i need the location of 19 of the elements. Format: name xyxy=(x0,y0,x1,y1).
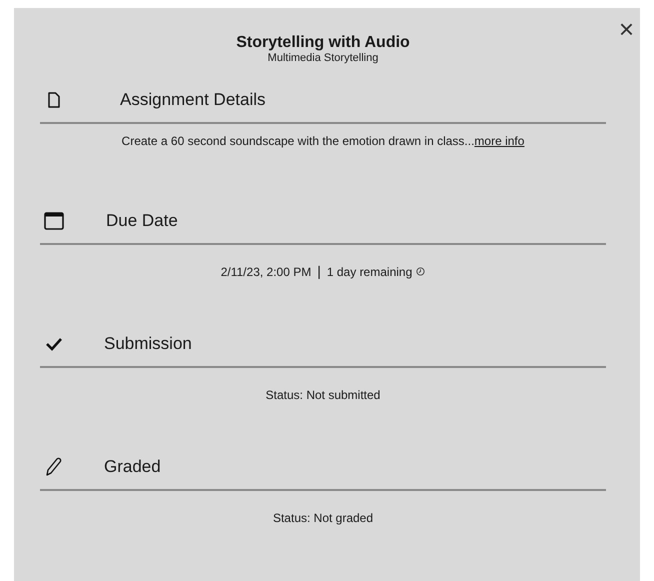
section-text: Create a 60 second soundscape with the emotion drawn in class...more info xyxy=(122,134,524,148)
more-info-link[interactable]: more info xyxy=(474,134,524,148)
clock-icon xyxy=(416,267,426,276)
check-icon xyxy=(45,337,63,351)
section-heading: Assignment Details xyxy=(120,90,266,110)
calendar-icon xyxy=(44,212,64,230)
section-text: Status: Not submitted xyxy=(266,388,380,402)
close-button[interactable]: × xyxy=(614,16,638,42)
section-text: Status: Not graded xyxy=(272,511,374,525)
separator: | xyxy=(317,265,321,277)
remaining-text: 1 day remaining xyxy=(326,265,412,279)
section-heading: Graded xyxy=(104,457,161,477)
section-text: 2/11/23, 2:00 PM xyxy=(220,265,312,279)
section-heading: Submission xyxy=(104,334,192,354)
pencil-icon xyxy=(45,457,63,477)
document-icon xyxy=(48,92,60,108)
dialog-title: Storytelling with Audio xyxy=(236,34,410,52)
dialog-subtitle: Multimedia Storytelling xyxy=(268,52,378,64)
section-heading: Due Date xyxy=(106,211,178,231)
